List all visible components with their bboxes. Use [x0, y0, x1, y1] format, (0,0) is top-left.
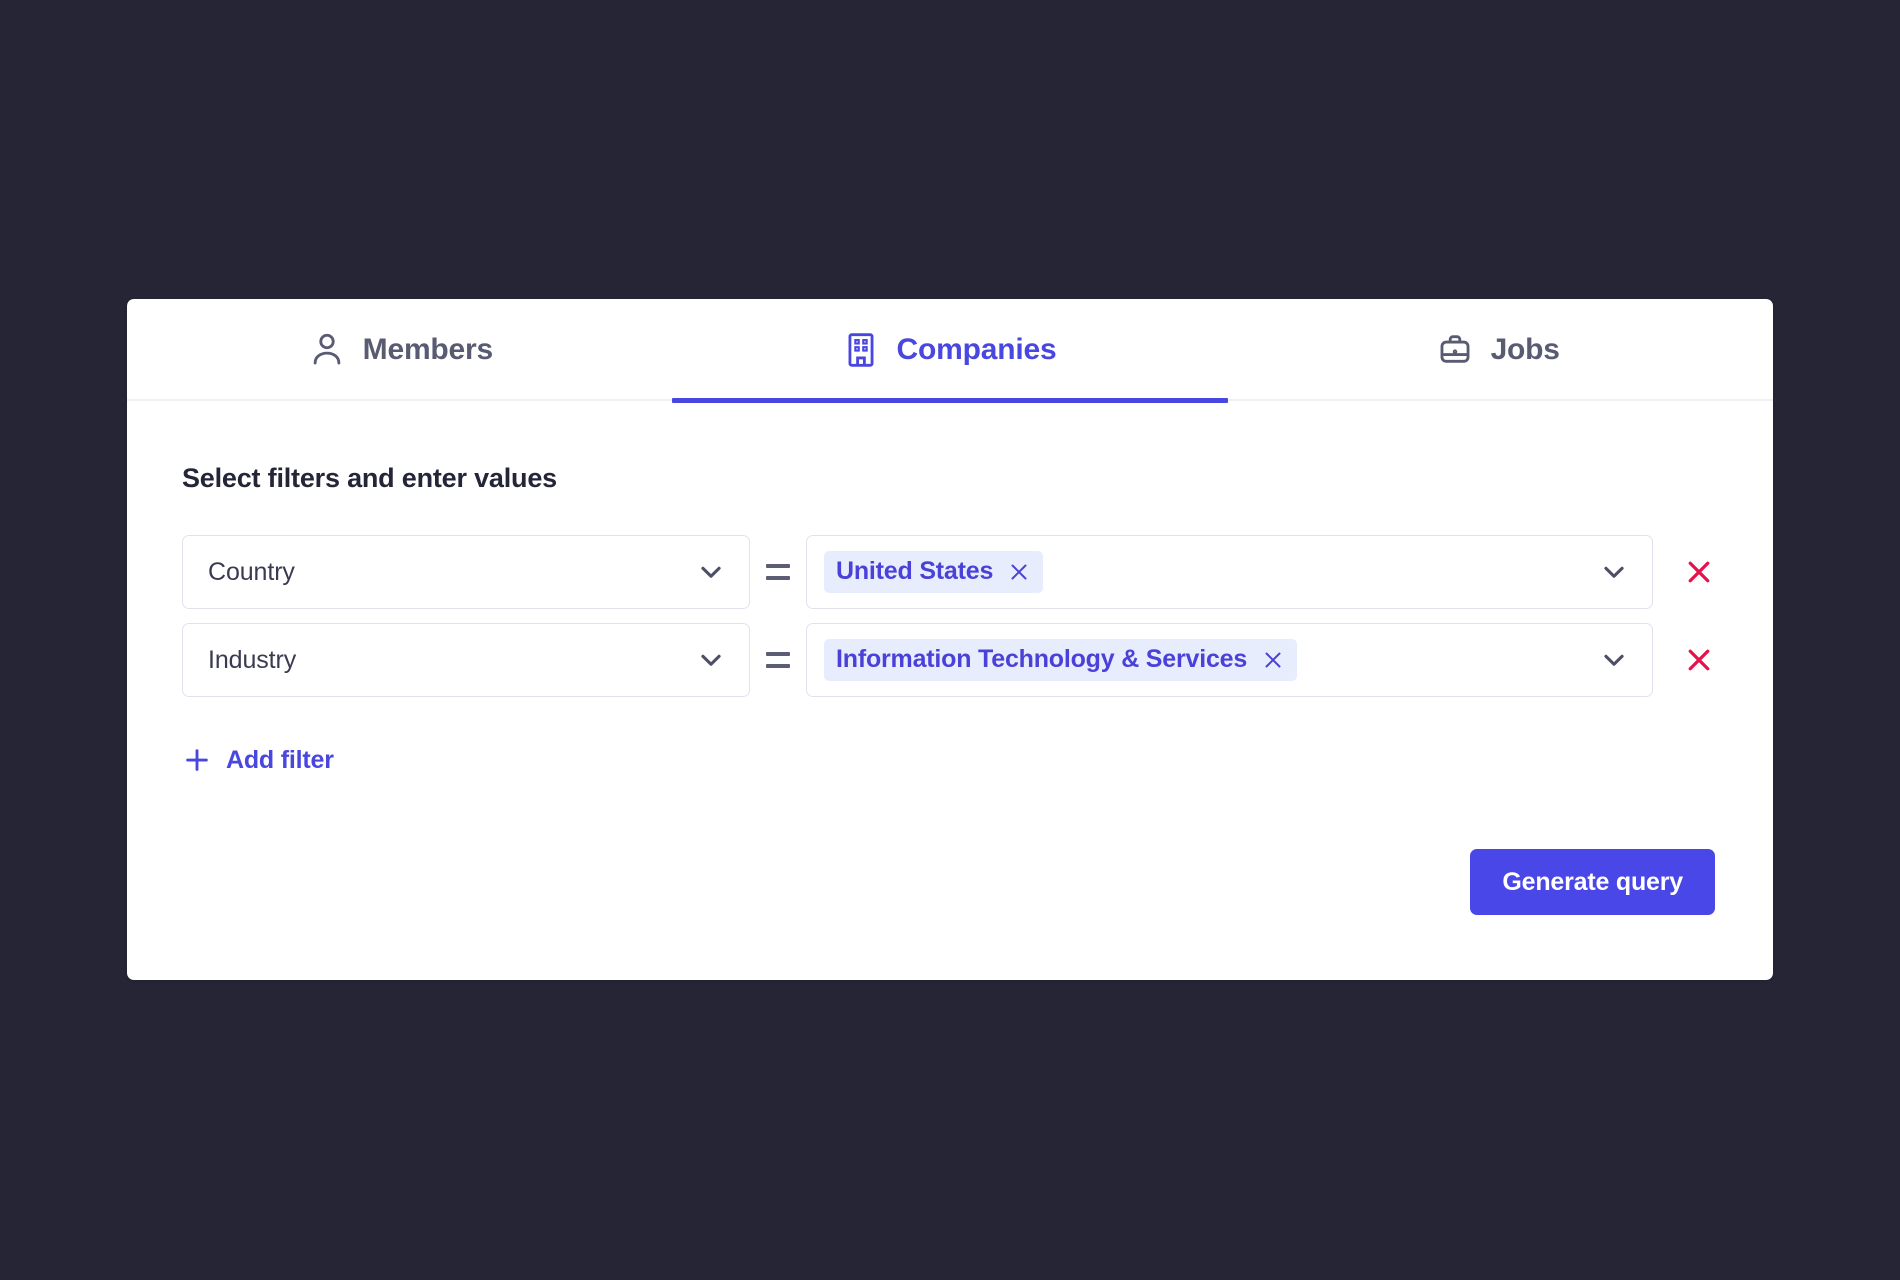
- filter-list: Country United States Industry Informati…: [182, 535, 1773, 697]
- add-filter-button[interactable]: Add filter: [182, 745, 334, 775]
- chevron-down-icon[interactable]: [696, 645, 726, 675]
- add-filter-label: Add filter: [226, 745, 334, 774]
- tab-members[interactable]: Members: [127, 299, 676, 401]
- value-chip: Information Technology & Services: [824, 639, 1298, 681]
- equals-glyph: [766, 652, 790, 668]
- chevron-down-icon[interactable]: [1599, 645, 1629, 675]
- chip-list: United States: [824, 551, 1599, 593]
- filter-builder-card: Members Companies Jobs Select filters an…: [127, 299, 1773, 980]
- delete-filter-row-button[interactable]: [1653, 645, 1745, 675]
- generate-query-button[interactable]: Generate query: [1470, 849, 1715, 915]
- equals-glyph: [766, 564, 790, 580]
- filter-value-input-country[interactable]: United States: [806, 535, 1653, 609]
- filter-field-select-industry[interactable]: Industry: [182, 623, 750, 697]
- panel-footer: Generate query: [1470, 849, 1715, 915]
- filter-field-select-country[interactable]: Country: [182, 535, 750, 609]
- briefcase-icon: [1438, 331, 1472, 369]
- chip-remove-icon[interactable]: [1007, 560, 1031, 584]
- value-chip: United States: [824, 551, 1044, 593]
- building-icon: [844, 331, 878, 369]
- chip-label: United States: [836, 557, 994, 585]
- tab-jobs[interactable]: Jobs: [1224, 299, 1773, 401]
- tab-companies[interactable]: Companies: [672, 299, 1228, 403]
- chevron-down-icon[interactable]: [696, 557, 726, 587]
- tab-companies-label: Companies: [896, 333, 1057, 366]
- plus-icon: [182, 745, 212, 775]
- delete-filter-row-button[interactable]: [1653, 557, 1745, 587]
- page-title: Select filters and enter values: [182, 463, 557, 493]
- operator-equals: [750, 564, 806, 580]
- filter-row: Country United States: [182, 535, 1773, 609]
- operator-equals: [750, 652, 806, 668]
- tab-jobs-label: Jobs: [1490, 333, 1560, 366]
- filter-panel: Select filters and enter values Country: [127, 401, 1773, 978]
- filter-field-value: Industry: [208, 645, 297, 674]
- tab-bar: Members Companies Jobs: [127, 299, 1773, 403]
- tab-members-label: Members: [362, 333, 494, 366]
- chip-list: Information Technology & Services: [824, 639, 1599, 681]
- person-icon: [310, 331, 344, 369]
- filter-value-input-industry[interactable]: Information Technology & Services: [806, 623, 1653, 697]
- chevron-down-icon[interactable]: [1599, 557, 1629, 587]
- chip-label: Information Technology & Services: [836, 645, 1248, 673]
- chip-remove-icon[interactable]: [1261, 648, 1285, 672]
- filter-field-value: Country: [208, 557, 295, 586]
- filter-row: Industry Information Technology & Servic…: [182, 623, 1773, 697]
